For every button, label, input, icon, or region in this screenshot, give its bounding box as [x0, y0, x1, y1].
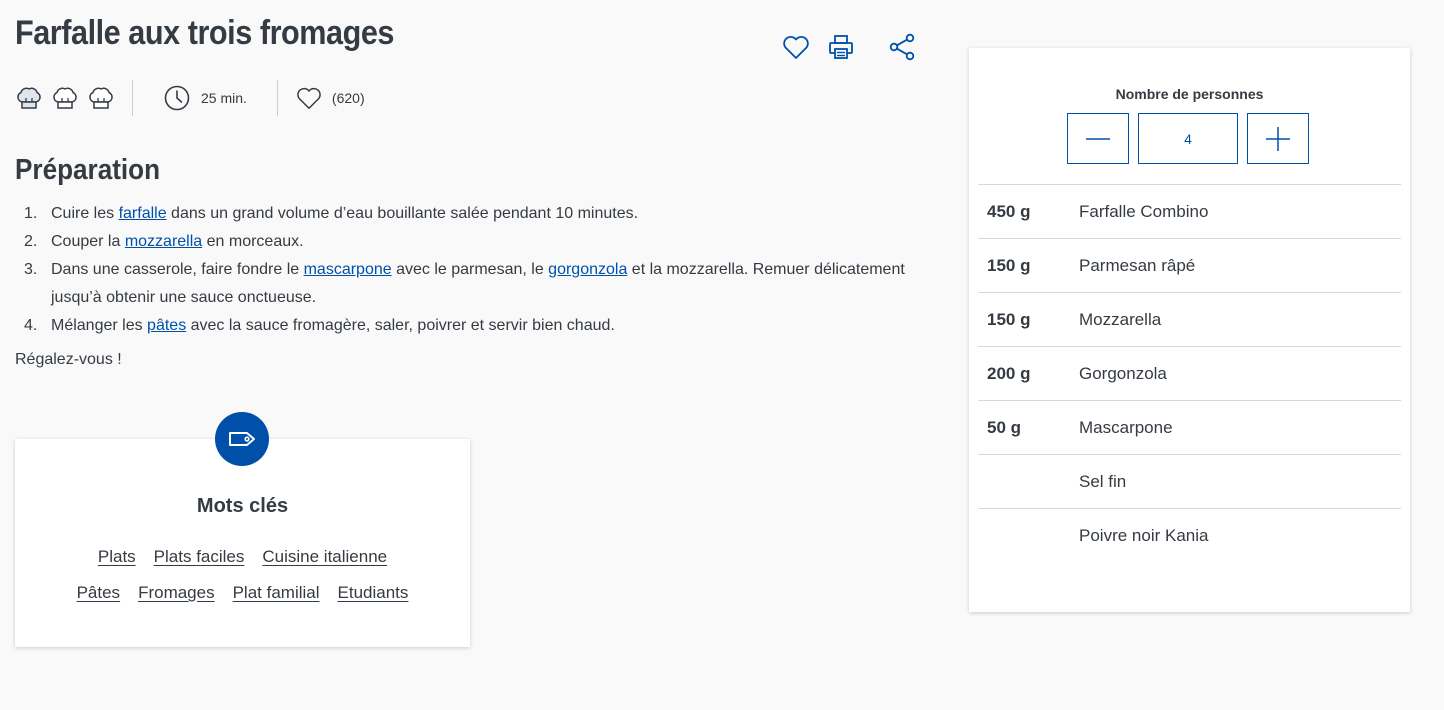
- keyword-link[interactable]: Fromages: [138, 583, 215, 603]
- ingredient-name: Mascarpone: [1079, 417, 1173, 437]
- ingredient-quantity: 50 g: [987, 417, 1022, 437]
- chef-hat-icon: [53, 87, 77, 109]
- servings-label: Nombre de personnes: [1115, 86, 1264, 102]
- preparation-title: Préparation: [15, 154, 161, 186]
- decrease-servings-button[interactable]: [1067, 113, 1129, 164]
- step-item: 3. Dans une casserole, faire fondre le m…: [15, 256, 945, 312]
- ingredient-row: 50 g Mascarpone: [978, 400, 1401, 454]
- ingredient-link-mozzarella[interactable]: mozzarella: [125, 233, 202, 250]
- ingredient-link-farfalle[interactable]: farfalle: [119, 205, 167, 222]
- chef-hat-icon: [17, 87, 41, 109]
- print-button[interactable]: [826, 32, 856, 62]
- ingredient-row: 200 g Gorgonzola: [978, 346, 1401, 400]
- keywords-card: Mots clés Plats Plats faciles Cuisine it…: [15, 412, 470, 647]
- servings-stepper: [1067, 113, 1309, 164]
- recipe-title: Farfalle aux trois fromages: [15, 14, 394, 52]
- recipe-meta: 25 min. (620): [15, 80, 365, 116]
- ingredient-row: 150 g Mozzarella: [978, 292, 1401, 346]
- ingredient-name: Mozzarella: [1079, 309, 1162, 329]
- heart-icon: [297, 87, 321, 110]
- ingredients-list: 450 g Farfalle Combino 150 g Parmesan râ…: [978, 184, 1401, 562]
- step-item: 4. Mélanger les pâtes avec la sauce from…: [15, 312, 945, 340]
- keyword-link[interactable]: Cuisine italienne: [262, 547, 387, 567]
- share-button[interactable]: [888, 32, 918, 62]
- ingredient-link-pates[interactable]: pâtes: [147, 317, 186, 334]
- ingredient-row: Poivre noir Kania: [978, 508, 1401, 562]
- ingredient-name: Poivre noir Kania: [1079, 525, 1209, 545]
- step-item: 1. Cuire les farfalle dans un grand volu…: [15, 200, 945, 228]
- step-item: 2. Couper la mozzarella en morceaux.: [15, 228, 945, 256]
- ingredient-quantity: 150 g: [987, 255, 1031, 275]
- step-number: 2.: [24, 233, 38, 250]
- ingredient-link-gorgonzola[interactable]: gorgonzola: [548, 261, 627, 278]
- keyword-link[interactable]: Plat familial: [233, 583, 320, 603]
- prep-time: 25 min.: [163, 84, 247, 112]
- ingredient-quantity: 450 g: [987, 201, 1031, 221]
- keyword-link[interactable]: Pâtes: [77, 583, 120, 603]
- ingredient-quantity: 200 g: [987, 363, 1031, 383]
- step-text: Dans une casserole, faire fondre le: [51, 261, 304, 278]
- ingredient-quantity: 150 g: [987, 309, 1031, 329]
- meta-divider: [276, 80, 278, 116]
- ingredient-name: Parmesan râpé: [1079, 255, 1196, 275]
- meta-divider: [132, 80, 133, 116]
- keywords-badge: [215, 412, 269, 466]
- clock-icon: [164, 85, 190, 111]
- ingredient-name: Farfalle Combino: [1079, 201, 1209, 221]
- ingredient-name: Sel fin: [1079, 471, 1127, 491]
- keywords-row: Pâtes Fromages Plat familial Etudiants: [15, 583, 470, 603]
- step-text: Couper la: [51, 233, 125, 250]
- ingredients-card: Nombre de personnes 450 g Farfalle Combi…: [969, 48, 1410, 612]
- share-icon: [889, 33, 915, 61]
- keyword-link[interactable]: Plats faciles: [154, 547, 245, 567]
- heart-icon: [783, 36, 809, 59]
- ingredient-row: 150 g Parmesan râpé: [978, 238, 1401, 292]
- ingredient-link-mascarpone[interactable]: mascarpone: [304, 261, 392, 278]
- ingredient-row: 450 g Farfalle Combino: [978, 184, 1401, 238]
- difficulty-rating: [15, 84, 115, 112]
- keywords-row: Plats Plats faciles Cuisine italienne: [15, 547, 470, 567]
- likes-count: (620): [331, 90, 365, 106]
- step-text: Cuire les: [51, 205, 119, 222]
- tag-icon: [229, 432, 255, 446]
- favorite-button[interactable]: [781, 32, 811, 62]
- printer-icon: [829, 35, 853, 59]
- step-number: 1.: [24, 205, 38, 222]
- ingredient-row: Sel fin: [978, 454, 1401, 508]
- servings-input[interactable]: [1138, 113, 1238, 164]
- chef-hat-icon: [89, 87, 113, 109]
- keyword-link[interactable]: Etudiants: [338, 583, 409, 603]
- step-text: dans un grand volume d’eau bouillante sa…: [166, 205, 639, 222]
- ingredient-name: Gorgonzola: [1079, 363, 1167, 383]
- preparation-steps: 1. Cuire les farfalle dans un grand volu…: [15, 200, 945, 340]
- step-number: 3.: [24, 261, 38, 278]
- minus-icon: [1086, 137, 1110, 140]
- prep-time-value: 25 min.: [201, 90, 247, 106]
- keywords-title: Mots clés: [196, 495, 289, 517]
- step-text: avec la sauce fromagère, saler, poivrer …: [186, 317, 615, 334]
- closing-text: Régalez-vous !: [15, 351, 122, 368]
- increase-servings-button[interactable]: [1247, 113, 1309, 164]
- step-number: 4.: [24, 317, 38, 334]
- plus-icon: [1266, 126, 1290, 151]
- keyword-link[interactable]: Plats: [98, 547, 136, 567]
- likes[interactable]: (620): [295, 84, 365, 112]
- step-text: avec le parmesan, le: [391, 261, 549, 278]
- step-text: en morceaux.: [202, 233, 304, 250]
- step-text: Mélanger les: [51, 317, 148, 334]
